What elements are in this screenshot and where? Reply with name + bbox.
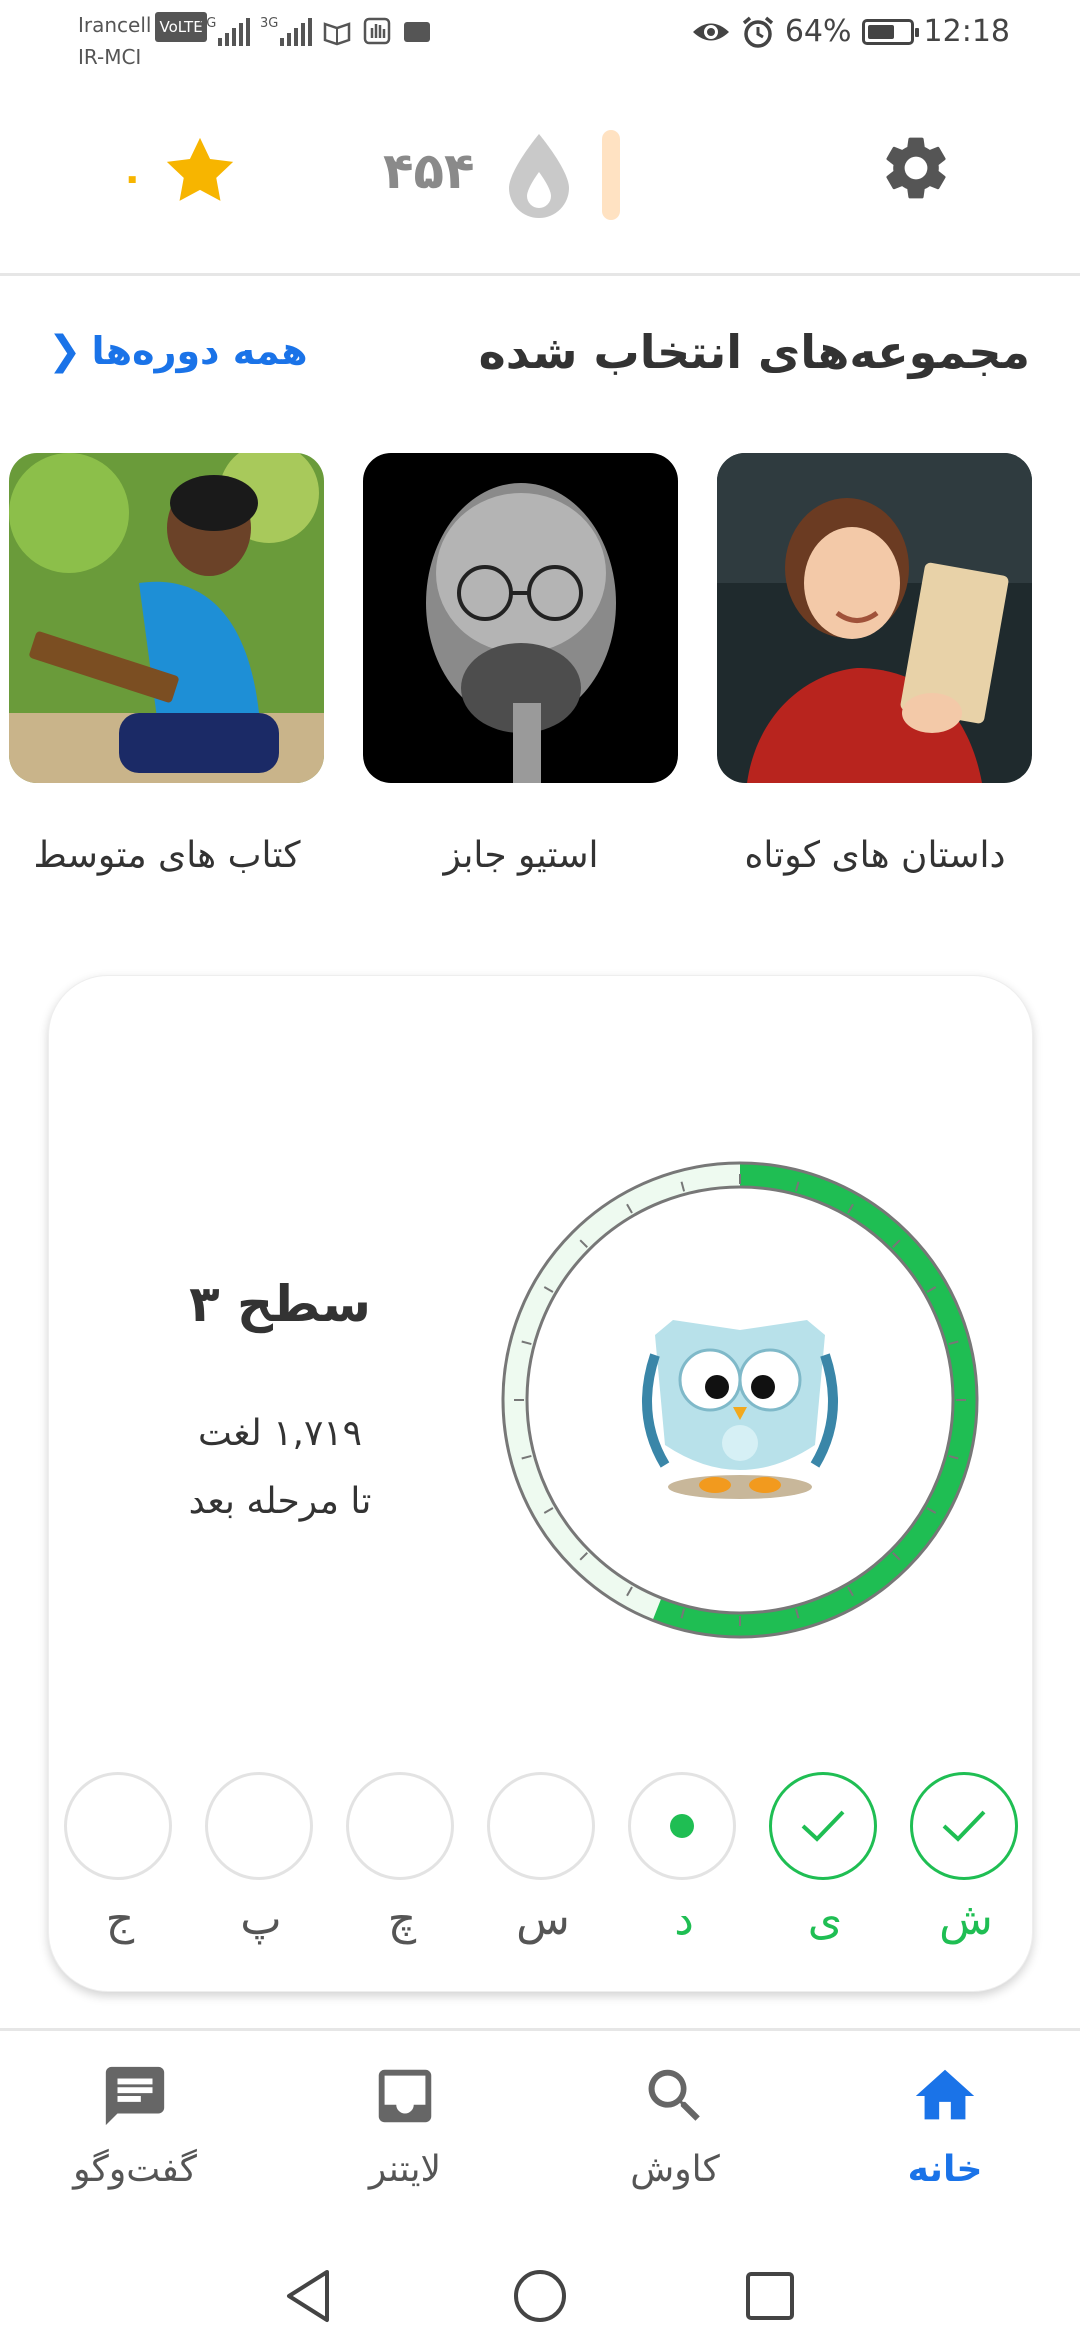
streak-count: ۴۵۴ <box>383 142 475 200</box>
step-letter: د <box>674 1894 694 1945</box>
step-circle <box>205 1772 313 1880</box>
intermediate-books-image <box>9 453 324 783</box>
hand-app-icon <box>363 17 391 45</box>
level-progress-text: ۱,۷۱۹ لغت تا مرحله بعد <box>150 1400 410 1536</box>
signal-3g-icon: 3G <box>260 16 312 46</box>
quran-app-icon <box>323 22 351 46</box>
collection-card-short-stories[interactable] <box>717 453 1032 783</box>
nav-home-label: خانه <box>907 2149 983 2190</box>
chat-icon <box>105 2066 165 2126</box>
step-circle <box>487 1772 595 1880</box>
carrier-network: IR-MCI <box>78 45 142 69</box>
battery-icon <box>861 18 919 45</box>
checkmark-icon <box>801 1810 845 1842</box>
collections-title: مجموعه‌های انتخاب شده <box>478 325 1030 379</box>
status-right: 64% 12:18 <box>691 14 1010 49</box>
carrier-name: Irancell <box>78 13 152 37</box>
step-letter: چ <box>387 1894 417 1945</box>
current-step-dot <box>670 1814 694 1838</box>
step-letter: ج <box>105 1894 135 1945</box>
nav-leitner-label: لایتنر <box>368 2149 442 2190</box>
network-type-label: 3G <box>260 16 279 31</box>
collection-label-intermediate-books: کتاب های متوسط <box>33 835 301 876</box>
back-triangle-icon[interactable] <box>283 2268 333 2324</box>
nav-leitner[interactable]: لایتنر <box>305 2061 505 2190</box>
home-icon <box>915 2069 975 2120</box>
short-stories-image <box>717 453 1032 783</box>
step-circle <box>910 1772 1018 1880</box>
collection-card-steve-jobs[interactable] <box>363 453 678 783</box>
step-circle <box>769 1772 877 1880</box>
nav-home[interactable]: خانه <box>845 2061 1045 2190</box>
hms-app-icon <box>404 22 430 42</box>
step-circle <box>64 1772 172 1880</box>
collection-label-steve-jobs: استیو جابز <box>443 835 599 876</box>
step-letter: پ <box>240 1894 282 1945</box>
nav-chat[interactable]: گفت‌وگو <box>35 2061 235 2190</box>
step-letter: س <box>516 1894 570 1945</box>
signal-indicators: 4G 3G <box>198 16 432 46</box>
step-item[interactable]: ج <box>64 1772 176 1945</box>
step-letter: ی <box>807 1894 843 1945</box>
eye-icon <box>692 23 729 40</box>
until-next-label: تا مرحله بعد <box>188 1481 372 1522</box>
level-progress-ring <box>501 1161 979 1639</box>
settings-gear-icon[interactable] <box>878 130 954 206</box>
step-circle <box>346 1772 454 1880</box>
owl-mascot-icon <box>642 1320 838 1499</box>
step-item[interactable]: ش <box>910 1772 1022 1945</box>
step-item[interactable]: س <box>487 1772 599 1945</box>
streak-freeze-bar <box>602 130 620 220</box>
recents-square-icon[interactable] <box>744 2270 796 2322</box>
nav-chat-label: گفت‌وگو <box>73 2149 197 2190</box>
signal-4g-icon: 4G <box>198 16 250 46</box>
step-item[interactable]: ی <box>769 1772 881 1945</box>
inbox-tray-icon <box>378 2069 432 2123</box>
level-title: سطح ۳ <box>189 1275 371 1333</box>
status-bar: Irancell VoLTE IR-MCI 4G 3G 64% 12:18 <box>0 0 1080 80</box>
step-item[interactable]: د <box>628 1772 740 1945</box>
checkmark-icon <box>942 1810 986 1842</box>
clock: 12:18 <box>923 14 1010 49</box>
all-courses-link[interactable]: همه دوره‌ها ❮ <box>48 328 308 374</box>
nav-search-label: کاوش <box>630 2149 720 2190</box>
carrier-info: Irancell VoLTE IR-MCI <box>78 10 207 72</box>
alarm-icon <box>742 16 773 48</box>
star-icon[interactable] <box>160 132 240 210</box>
level-steps: ش ی د س چ پ ج <box>60 1772 1020 1945</box>
nav-search[interactable]: کاوش <box>575 2061 775 2190</box>
step-letter: ش <box>939 1894 993 1945</box>
chevron-left-icon: ❮ <box>48 328 82 374</box>
step-item[interactable]: چ <box>346 1772 458 1945</box>
step-circle <box>628 1772 736 1880</box>
app-header: ۴۵۴ ۰ <box>0 80 1080 276</box>
all-courses-label: همه دوره‌ها <box>91 329 308 373</box>
network-type-label: 4G <box>198 16 217 31</box>
search-icon <box>648 2069 700 2121</box>
collection-label-short-stories: داستان های کوتاه <box>744 835 1006 876</box>
bottom-navigation: خانه کاوش لایتنر گفت‌وگو <box>0 2028 1080 2241</box>
battery-percent: 64% <box>784 14 852 49</box>
streak-drop-icon[interactable] <box>505 132 573 218</box>
step-item[interactable]: پ <box>205 1772 317 1945</box>
home-circle-icon[interactable] <box>512 2268 568 2324</box>
system-navigation-bar <box>0 2250 1080 2340</box>
steve-jobs-image <box>363 453 678 783</box>
words-remaining: ۱,۷۱۹ لغت <box>198 1413 362 1454</box>
stars-count: ۰ <box>120 155 145 201</box>
collection-card-intermediate-books[interactable] <box>9 453 324 783</box>
